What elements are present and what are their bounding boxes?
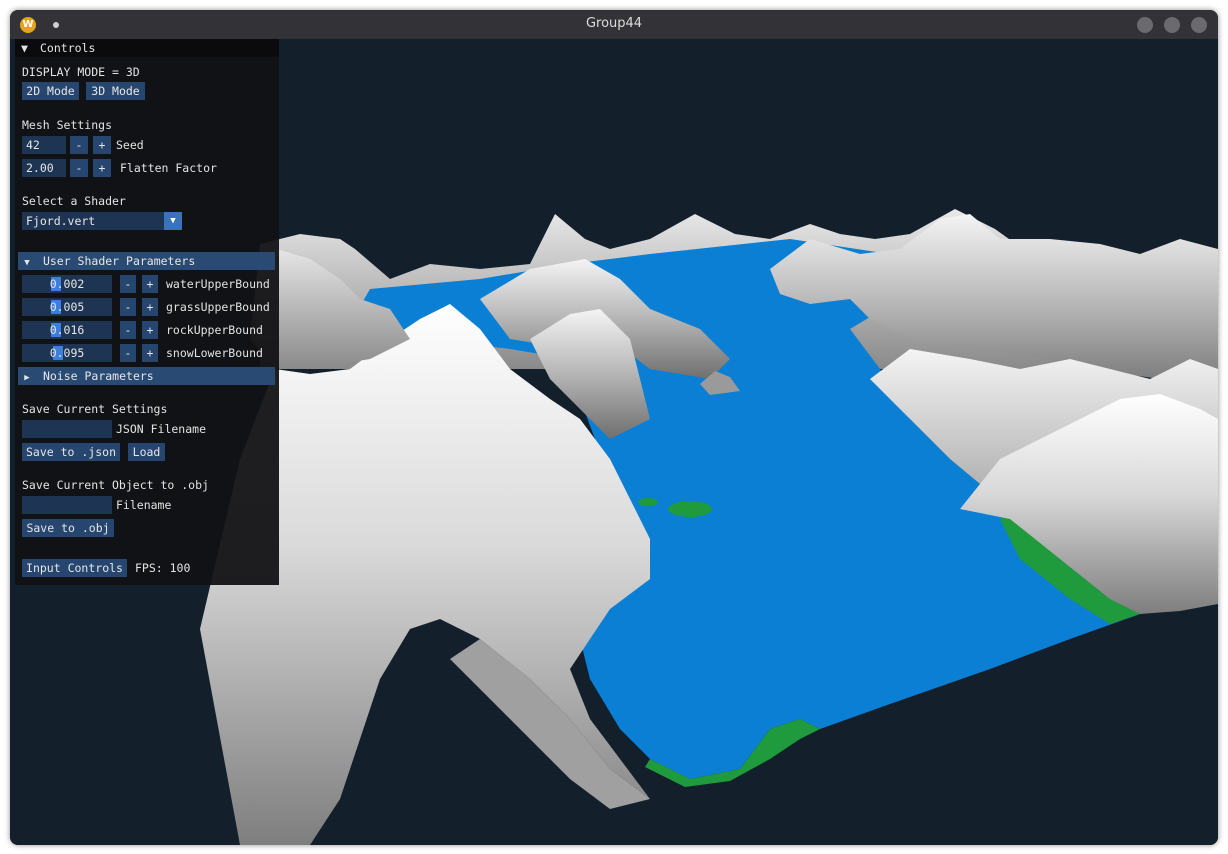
- maximize-button[interactable]: [1164, 17, 1180, 33]
- save-object-label: Save Current Object to .obj: [22, 478, 209, 492]
- noise-params-header[interactable]: ▶ Noise Parameters: [18, 367, 275, 385]
- grass-patch: [638, 498, 658, 506]
- 2d-mode-button[interactable]: 2D Mode: [22, 82, 79, 100]
- save-json-button[interactable]: Save to .json: [22, 443, 120, 461]
- grass-island: [668, 501, 712, 517]
- param-increment-button[interactable]: +: [142, 298, 158, 316]
- save-obj-button[interactable]: Save to .obj: [22, 519, 114, 537]
- param-decrement-button[interactable]: -: [120, 344, 136, 362]
- controls-title: Controls: [40, 41, 96, 55]
- param-slider[interactable]: 0.095: [22, 344, 112, 362]
- json-filename-input[interactable]: [22, 420, 112, 438]
- param-value: 0.095: [49, 346, 85, 360]
- param-label: grassUpperBound: [166, 300, 270, 314]
- seed-decrement-button[interactable]: -: [70, 136, 88, 154]
- select-shader-label: Select a Shader: [22, 194, 126, 208]
- param-slider[interactable]: 0.002: [22, 275, 112, 293]
- shader-selected-value: Fjord.vert: [26, 214, 96, 228]
- app-window: W Group44 ▼ Controls DISPLAY MODE = 3D 2…: [10, 10, 1218, 845]
- param-value: 0.005: [49, 300, 85, 314]
- param-increment-button[interactable]: +: [142, 344, 158, 362]
- user-shader-params-title: User Shader Parameters: [42, 254, 196, 268]
- param-value: 0.002: [49, 277, 85, 291]
- flatten-factor-label: Flatten Factor: [120, 161, 217, 175]
- param-slider[interactable]: 0.016: [22, 321, 112, 339]
- input-controls-button[interactable]: Input Controls: [22, 559, 127, 577]
- mesh-settings-label: Mesh Settings: [22, 118, 113, 132]
- param-increment-button[interactable]: +: [142, 275, 158, 293]
- obj-filename-input[interactable]: [22, 496, 112, 514]
- chevron-down-icon[interactable]: ▼: [164, 212, 182, 230]
- noise-params-title: Noise Parameters: [42, 369, 154, 383]
- fps-readout: FPS: 100: [135, 561, 191, 575]
- expanded-arrow-icon: ▼: [24, 258, 30, 268]
- json-filename-label: JSON Filename: [116, 422, 207, 436]
- seed-label: Seed: [116, 138, 144, 152]
- window-title: Group44: [585, 16, 643, 31]
- flatten-decrement-button[interactable]: -: [70, 159, 88, 177]
- controls-header[interactable]: ▼ Controls: [15, 39, 279, 57]
- param-value: 0.016: [49, 323, 85, 337]
- collapsed-arrow-icon: ▶: [24, 373, 30, 383]
- shader-select[interactable]: Fjord.vert ▼: [22, 212, 182, 230]
- seed-increment-button[interactable]: +: [93, 136, 111, 154]
- flatten-increment-button[interactable]: +: [93, 159, 111, 177]
- controls-panel[interactable]: ▼ Controls DISPLAY MODE = 3D 2D Mode 3D …: [15, 39, 279, 585]
- collapse-arrow-icon[interactable]: ▼: [21, 40, 28, 56]
- param-increment-button[interactable]: +: [142, 321, 158, 339]
- load-button[interactable]: Load: [128, 443, 165, 461]
- param-label: snowLowerBound: [166, 346, 263, 360]
- param-label: rockUpperBound: [166, 323, 263, 337]
- seed-input[interactable]: 42: [22, 136, 66, 154]
- param-label: waterUpperBound: [166, 277, 270, 291]
- title-bar[interactable]: W Group44: [10, 10, 1218, 39]
- flatten-factor-input[interactable]: 2.00: [22, 159, 66, 177]
- save-settings-label: Save Current Settings: [22, 402, 168, 416]
- user-shader-params-header[interactable]: ▼ User Shader Parameters: [18, 252, 275, 270]
- close-button[interactable]: [1191, 17, 1207, 33]
- param-decrement-button[interactable]: -: [120, 298, 136, 316]
- 3d-mode-button[interactable]: 3D Mode: [86, 82, 145, 100]
- param-decrement-button[interactable]: -: [120, 275, 136, 293]
- obj-filename-label: Filename: [116, 498, 172, 512]
- param-decrement-button[interactable]: -: [120, 321, 136, 339]
- display-mode-label: DISPLAY MODE = 3D: [22, 65, 140, 79]
- minimize-button[interactable]: [1137, 17, 1153, 33]
- param-slider[interactable]: 0.005: [22, 298, 112, 316]
